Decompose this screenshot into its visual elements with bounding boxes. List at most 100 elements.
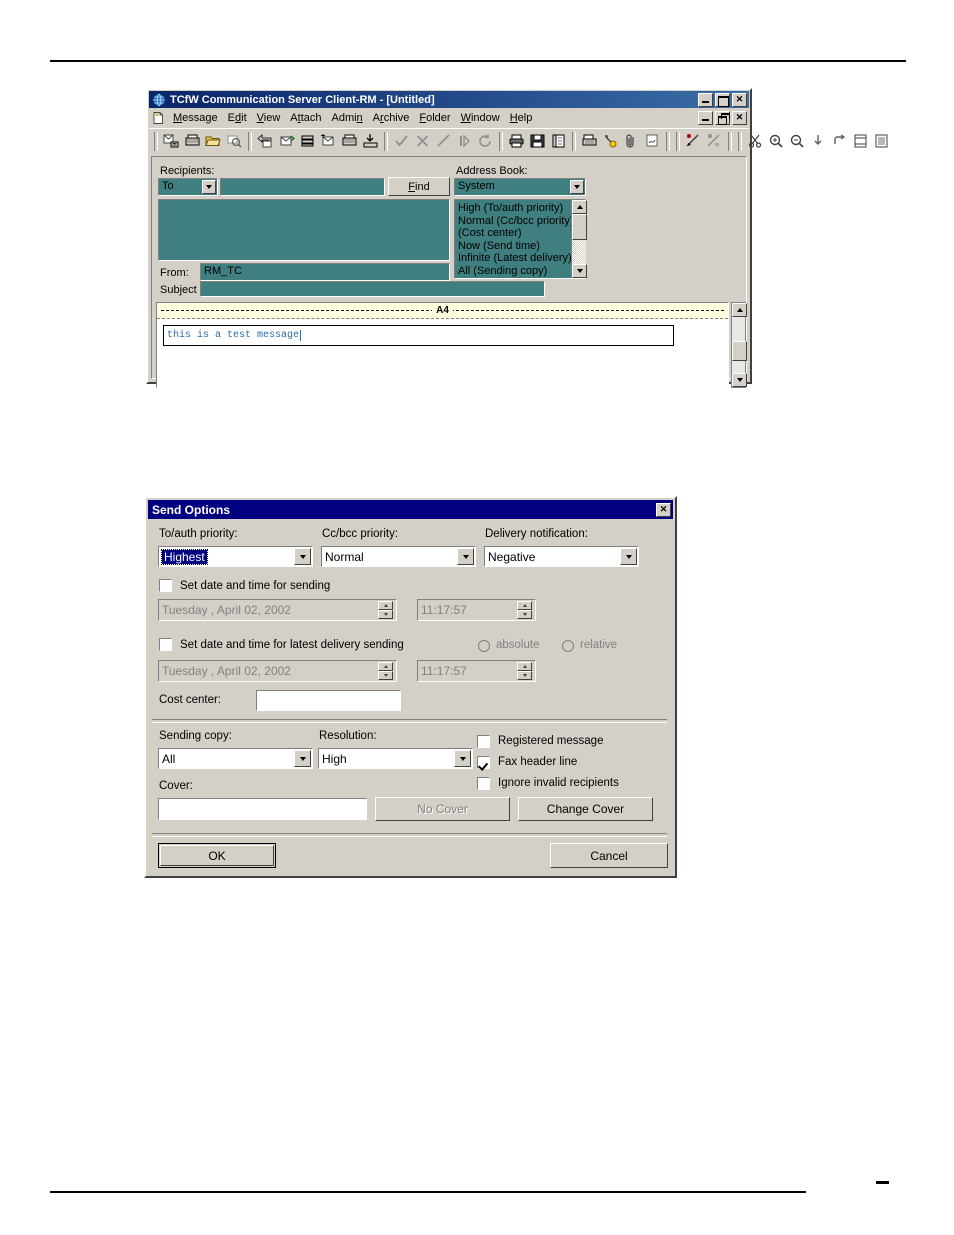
rotate-icon[interactable] [829, 131, 850, 152]
send-date-field[interactable]: Tuesday , April 02, 2002 [158, 599, 397, 621]
list-item[interactable]: Normal (Cc/bcc priority) [458, 215, 585, 228]
to-auth-priority-chevron-down-icon[interactable] [294, 548, 311, 565]
list-item[interactable]: Now (Send time) [458, 240, 585, 253]
absolute-radio[interactable] [478, 640, 490, 652]
reply-all-icon[interactable] [276, 131, 297, 152]
cancel-button[interactable]: Cancel [550, 843, 668, 868]
message-text-frame[interactable]: this is a test message [163, 325, 674, 346]
cost-center-field[interactable] [256, 690, 401, 711]
list-view-icon[interactable] [871, 131, 892, 152]
ignore-invalid-recipients-checkbox[interactable] [477, 777, 490, 790]
reply-icon[interactable] [255, 131, 276, 152]
subject-field[interactable] [200, 281, 545, 297]
list-item[interactable]: Infinite (Latest delivery) [458, 252, 585, 265]
new-fax-icon[interactable] [182, 131, 203, 152]
spin-up[interactable] [378, 601, 393, 610]
dialog-close-button[interactable]: ✕ [656, 502, 671, 517]
fit-page-icon[interactable] [850, 131, 871, 152]
mdi-close-button[interactable]: ✕ [732, 110, 747, 125]
set-send-datetime-checkbox[interactable] [159, 579, 172, 592]
address-book-scrollbar[interactable] [571, 200, 587, 278]
scrollbar-thumb[interactable] [572, 214, 587, 240]
menu-window[interactable]: Window [456, 111, 505, 125]
recipient-type-chevron-down-icon[interactable] [202, 180, 216, 194]
priority-normal-icon[interactable] [704, 131, 725, 152]
address-book-chevron-down-icon[interactable] [570, 180, 584, 194]
reject-x-icon[interactable] [412, 131, 433, 152]
maximize-button[interactable] [715, 92, 730, 107]
set-latest-delivery-checkbox[interactable] [159, 638, 172, 651]
search-message-icon[interactable] [224, 131, 245, 152]
cover-field[interactable] [158, 798, 367, 820]
list-item[interactable]: All (Sending copy) [458, 265, 585, 278]
scroll-up-button[interactable] [732, 303, 747, 317]
ok-button[interactable]: OK [158, 843, 276, 868]
scroll-up-button[interactable] [572, 200, 587, 214]
to-auth-priority-combo[interactable]: Highest [158, 546, 313, 567]
spin-up[interactable] [517, 601, 532, 610]
delivery-notification-combo[interactable]: Negative [484, 546, 639, 567]
spin-up[interactable] [517, 662, 532, 671]
resolution-combo[interactable]: High [318, 748, 473, 769]
message-editor[interactable]: A4 this is a test message [156, 302, 729, 388]
latest-date-spinner[interactable] [378, 662, 393, 680]
list-item[interactable]: High (To/auth priority) [458, 202, 585, 215]
find-button[interactable]: Find [388, 177, 450, 196]
cc-bcc-priority-combo[interactable]: Normal [321, 546, 476, 567]
archive-icon[interactable] [339, 131, 360, 152]
paperclip-icon[interactable] [621, 131, 642, 152]
send-time-spinner[interactable] [517, 601, 532, 619]
editor-scrollbar[interactable] [731, 302, 747, 388]
sending-copy-combo[interactable]: All [158, 748, 313, 769]
zoom-out-icon[interactable] [787, 131, 808, 152]
print-icon[interactable] [506, 131, 527, 152]
scroll-down-button[interactable] [572, 264, 587, 278]
menu-message[interactable]: Message [168, 111, 223, 125]
mdi-restore-button[interactable] [715, 110, 730, 125]
minimize-button[interactable] [698, 92, 713, 107]
resend-refresh-icon[interactable] [475, 131, 496, 152]
address-book-listbox[interactable]: High (To/auth priority) Normal (Cc/bcc p… [454, 199, 586, 279]
fax-machine-icon[interactable] [579, 131, 600, 152]
cc-bcc-priority-chevron-down-icon[interactable] [457, 548, 474, 565]
document-icon[interactable] [151, 111, 165, 125]
zoom-in-icon[interactable] [766, 131, 787, 152]
send-date-spinner[interactable] [378, 601, 393, 619]
dialog-titlebar[interactable]: Send Options ✕ [148, 500, 673, 519]
pause-icon[interactable] [454, 131, 475, 152]
spin-down[interactable] [378, 610, 393, 619]
spin-up[interactable] [378, 662, 393, 671]
menu-folder[interactable]: Folder [414, 111, 455, 125]
spin-down[interactable] [378, 671, 393, 680]
menu-admin[interactable]: Admin [326, 111, 367, 125]
address-book-combo[interactable]: System [454, 178, 586, 196]
menu-attach[interactable]: Attach [285, 111, 326, 125]
resolution-chevron-down-icon[interactable] [454, 750, 471, 767]
menu-archive[interactable]: Archive [368, 111, 415, 125]
change-cover-button[interactable]: Change Cover [518, 797, 653, 821]
address-book-icon[interactable] [548, 131, 569, 152]
signature-icon[interactable] [642, 131, 663, 152]
list-item[interactable]: (Cost center) [458, 227, 585, 240]
recipient-input[interactable] [220, 178, 385, 196]
page-down-icon[interactable] [808, 131, 829, 152]
scroll-down-button[interactable] [732, 373, 747, 387]
menu-edit[interactable]: Edit [223, 111, 252, 125]
sending-copy-chevron-down-icon[interactable] [294, 750, 311, 767]
latest-date-field[interactable]: Tuesday , April 02, 2002 [158, 660, 397, 682]
cut-icon[interactable] [745, 131, 766, 152]
accept-check-icon[interactable] [391, 131, 412, 152]
mdi-minimize-button[interactable] [698, 110, 713, 125]
recipients-list[interactable] [158, 199, 450, 261]
delivery-notification-chevron-down-icon[interactable] [620, 548, 637, 565]
spin-down[interactable] [517, 671, 532, 680]
window-titlebar[interactable]: TCfW Communication Server Client-RM - [U… [149, 91, 749, 108]
save-icon[interactable] [527, 131, 548, 152]
scrollbar-thumb[interactable] [732, 341, 747, 361]
latest-time-spinner[interactable] [517, 662, 532, 680]
attach-key-icon[interactable] [600, 131, 621, 152]
registered-message-checkbox[interactable] [477, 735, 490, 748]
relative-radio[interactable] [562, 640, 574, 652]
fax-header-line-checkbox[interactable] [477, 756, 490, 769]
from-field[interactable]: RM_TC [200, 263, 450, 281]
